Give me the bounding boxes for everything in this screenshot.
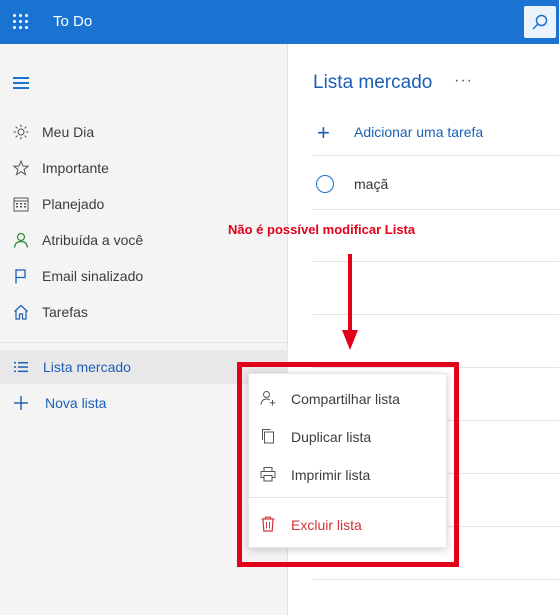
flag-icon xyxy=(15,269,26,284)
sidebar-divider xyxy=(0,342,288,343)
sidebar-item-label: Atribuída a você xyxy=(42,232,144,248)
list-icon xyxy=(14,362,28,373)
star-icon xyxy=(13,160,29,176)
calendar-icon xyxy=(13,197,29,212)
add-task-label: Adicionar uma tarefa xyxy=(354,124,484,140)
plus-icon xyxy=(14,396,28,410)
list-title: Lista mercado xyxy=(313,72,433,93)
sidebar-item-label: Planejado xyxy=(42,196,105,212)
more-options-button[interactable]: ··· xyxy=(454,72,473,90)
annotation-arrow-icon xyxy=(342,254,358,350)
sun-icon xyxy=(13,124,29,140)
person-icon xyxy=(13,232,29,248)
sidebar-item-tarefas[interactable]: Tarefas xyxy=(0,295,288,329)
hamburger-menu-icon[interactable] xyxy=(13,77,29,89)
search-button[interactable] xyxy=(524,6,556,38)
app-launcher-icon[interactable] xyxy=(13,14,29,30)
sidebar-list-label: Lista mercado xyxy=(43,359,131,375)
app-title: To Do xyxy=(53,13,93,30)
add-task-button[interactable]: + Adicionar uma tarefa xyxy=(313,120,559,156)
sidebar-item-planejado[interactable]: Planejado xyxy=(0,187,288,221)
sidebar-item-label: Email sinalizado xyxy=(42,268,144,284)
task-complete-checkbox[interactable] xyxy=(316,175,334,193)
empty-row-divider xyxy=(313,579,559,580)
sidebar-item-label: Tarefas xyxy=(42,304,88,320)
sidebar-item-label: Importante xyxy=(42,160,109,176)
search-icon xyxy=(532,14,548,30)
top-bar: To Do xyxy=(0,0,559,44)
task-row[interactable]: maçã xyxy=(313,158,559,210)
new-list-label: Nova lista xyxy=(45,395,107,411)
sidebar-item-meu-dia[interactable]: Meu Dia xyxy=(0,115,288,149)
annotation-text: Não é possível modificar Lista xyxy=(228,222,416,237)
sidebar-item-email-sinalizado[interactable]: Email sinalizado xyxy=(0,259,288,293)
plus-icon: + xyxy=(317,120,330,145)
annotation-highlight-box xyxy=(237,362,459,567)
sidebar-item-label: Meu Dia xyxy=(42,124,95,140)
home-icon xyxy=(14,304,28,320)
task-title: maçã xyxy=(354,176,389,192)
sidebar-item-importante[interactable]: Importante xyxy=(0,151,288,185)
